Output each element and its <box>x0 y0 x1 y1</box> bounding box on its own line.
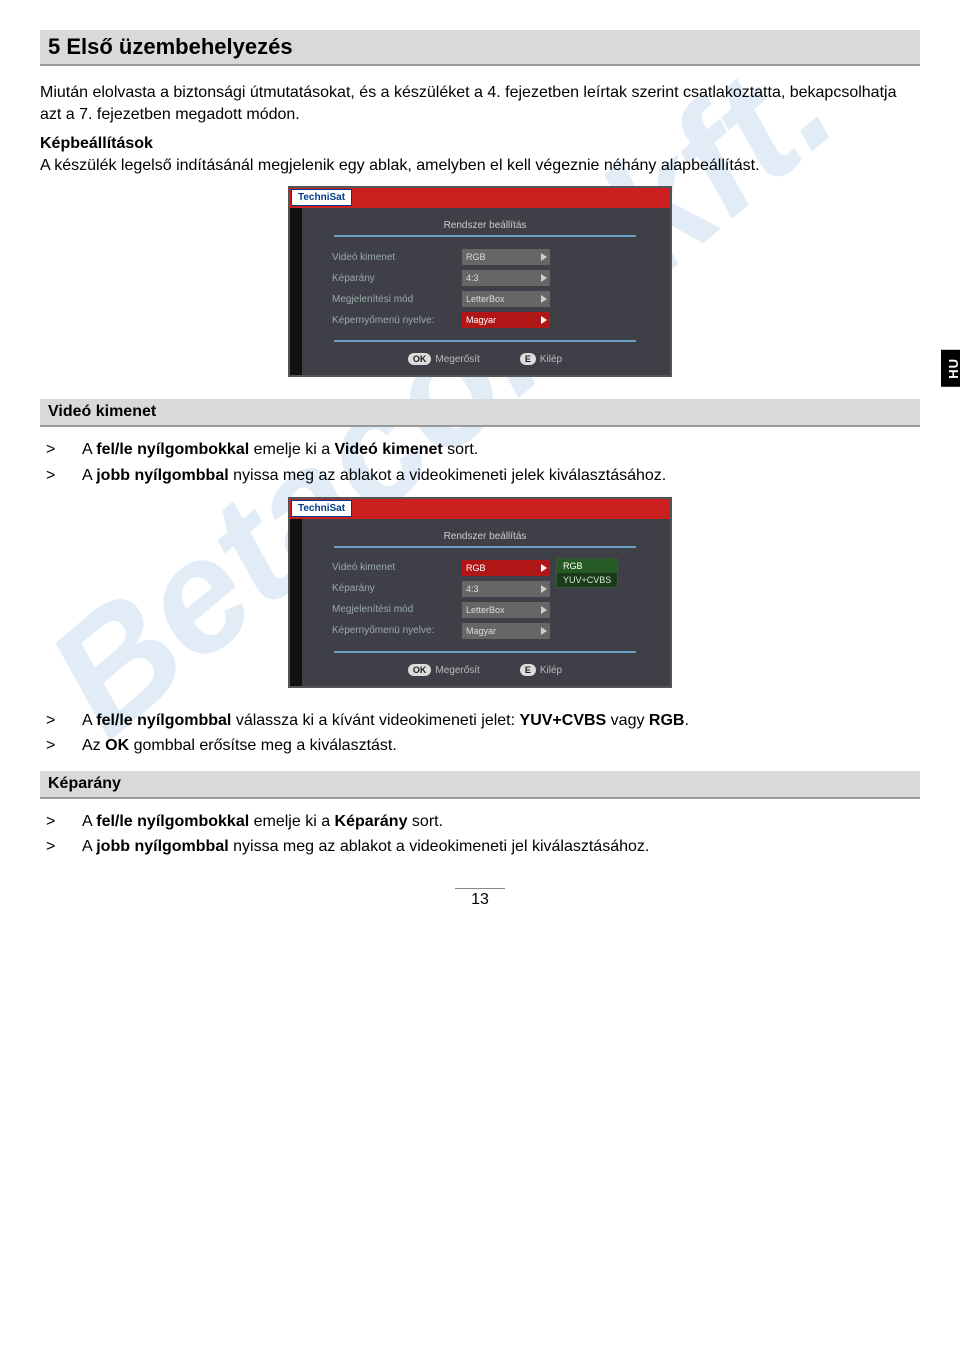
osd-field-disp: LetterBox <box>462 291 550 307</box>
osd-field-lang: Magyar <box>462 623 550 639</box>
bullet-marker: > <box>40 439 82 461</box>
bullet-marker: > <box>40 710 82 732</box>
bullet-marker: > <box>40 735 82 757</box>
osd-screenshot-1: TechniSat Rendszer beállítás Videó kimen… <box>288 186 672 377</box>
kepbeallitasok-block: Képbeállítások A készülék legelső indítá… <box>40 133 920 176</box>
osd-field-disp: LetterBox <box>462 602 550 618</box>
osd-brand: TechniSat <box>291 500 352 517</box>
osd-ok-pill: OK <box>408 664 432 676</box>
section-video-kimenet: Videó kimenet <box>40 399 920 427</box>
osd-title: Rendszer beállítás <box>304 531 666 542</box>
osd-row-label: Videó kimenet <box>304 252 462 263</box>
osd-e-label: Kilép <box>540 665 562 676</box>
osd-e-pill: E <box>520 664 536 676</box>
list-item: > A jobb nyílgombbal nyissa meg az ablak… <box>40 465 920 487</box>
intro-text-2: A készülék legelső indításánál megjeleni… <box>40 157 760 174</box>
bullet-marker: > <box>40 465 82 487</box>
osd-row-label: Megjelenítési mód <box>304 294 462 305</box>
osd-row-label: Megjelenítési mód <box>304 604 462 615</box>
intro-paragraph: Miután elolvasta a biztonsági útmutatáso… <box>40 82 920 125</box>
osd-field-aspect: 4:3 <box>462 581 550 597</box>
list-item: > A jobb nyílgombbal nyissa meg az ablak… <box>40 836 920 858</box>
osd-popup-option: RGB <box>557 559 617 573</box>
osd-brand: TechniSat <box>291 189 352 206</box>
chapter-heading: 5 Első üzembehelyezés <box>40 30 920 66</box>
osd-row-label: Videó kimenet <box>304 562 462 573</box>
page-number-block: 13 <box>40 888 920 909</box>
osd-field-video: RGB <box>462 249 550 265</box>
osd-title: Rendszer beállítás <box>304 220 666 231</box>
osd-popup: RGB YUV+CVBS <box>556 558 618 588</box>
osd-popup-option: YUV+CVBS <box>557 573 617 587</box>
osd-field-video: RGB <box>462 560 550 576</box>
kepbeallitasok-label: Képbeállítások <box>40 135 153 152</box>
list-item: > A fel/le nyílgombokkal emelje ki a Kép… <box>40 811 920 833</box>
intro-text-1: Miután elolvasta a biztonsági útmutatáso… <box>40 84 896 123</box>
osd-ok-label: Megerősít <box>435 354 479 365</box>
section-keparany: Képarány <box>40 771 920 799</box>
list-item: > Az OK gombbal erősítse meg a kiválaszt… <box>40 735 920 757</box>
osd-ok-label: Megerősít <box>435 665 479 676</box>
language-tab: HU <box>941 350 960 387</box>
list-item: > A fel/le nyílgombbal válassza ki a kív… <box>40 710 920 732</box>
list-item: > A fel/le nyílgombokkal emelje ki a Vid… <box>40 439 920 461</box>
bullet-marker: > <box>40 836 82 858</box>
osd-field-lang: Magyar <box>462 312 550 328</box>
bullet-marker: > <box>40 811 82 833</box>
osd-field-aspect: 4:3 <box>462 270 550 286</box>
osd-row-label: Képarány <box>304 583 462 594</box>
page-number: 13 <box>471 891 489 908</box>
osd-row-label: Képernyőmenü nyelve: <box>304 625 462 636</box>
osd-row-label: Képarány <box>304 273 462 284</box>
osd-ok-pill: OK <box>408 353 432 365</box>
osd-row-label: Képernyőmenü nyelve: <box>304 315 462 326</box>
osd-screenshot-2: TechniSat Rendszer beállítás Videó kimen… <box>288 497 672 688</box>
osd-e-pill: E <box>520 353 536 365</box>
osd-e-label: Kilép <box>540 354 562 365</box>
